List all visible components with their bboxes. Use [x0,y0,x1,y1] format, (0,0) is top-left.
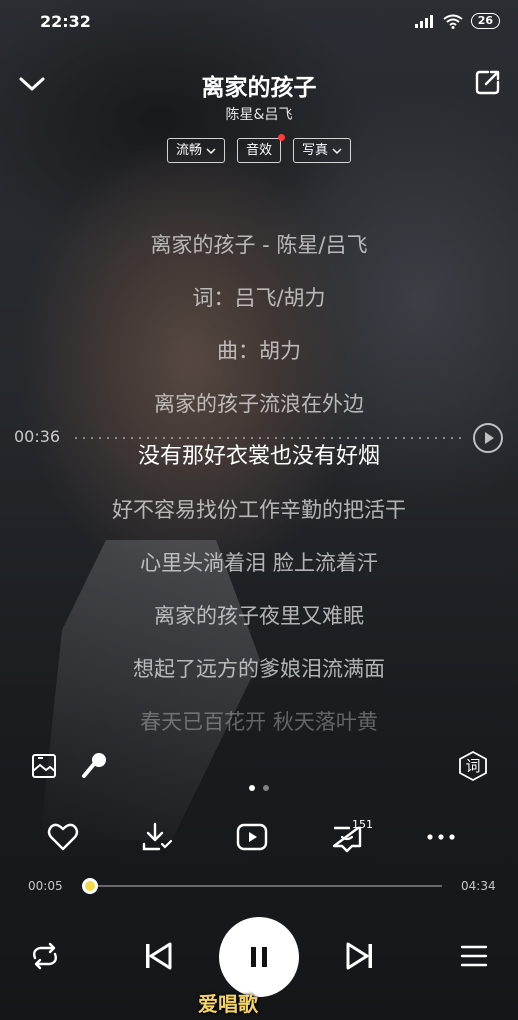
page-dot [263,785,269,791]
lyric-line: 词：吕飞/胡力 [192,286,326,310]
notification-dot [278,134,285,141]
lyric-line: 想起了远方的爹娘泪流满面 [133,657,385,681]
song-title: 离家的孩子 [201,75,317,101]
play-from-here-icon[interactable] [472,422,504,454]
microphone-icon[interactable] [80,750,110,780]
share-icon[interactable] [474,68,502,96]
signal-icon [414,15,433,28]
lyric-mode-button[interactable]: 词 [457,750,489,782]
lyric-line-current: 没有那好衣裳也没有好烟 [137,444,380,469]
chevron-down-icon [206,147,216,154]
wifi-icon [443,14,463,29]
quality-chip-label: 流畅 [175,143,202,158]
status-icons: 26 [414,13,500,29]
pause-icon [251,947,267,967]
next-icon[interactable] [342,938,378,974]
lyric-line: 离家的孩子 - 陈星/吕飞 [150,233,368,257]
previous-icon[interactable] [140,938,176,974]
song-artist[interactable]: 陈星&吕飞 [0,104,518,124]
status-time: 22:32 [40,12,91,31]
lyric-seek-time: 00:36 [14,427,61,446]
lyrics-panel[interactable]: 离家的孩子 - 陈星/吕飞 词：吕飞/胡力 曲：胡力 离家的孩子流浪在外边 没有… [0,226,518,756]
more-icon[interactable] [424,820,458,854]
repeat-icon[interactable] [27,938,63,974]
lyric-line: 好不容易找份工作辛勤的把活干 [112,498,406,522]
battery-indicator: 26 [470,13,500,29]
page-indicator [0,785,518,791]
watermark: 爱唱歌 [198,992,258,1016]
pause-button[interactable] [219,917,299,997]
lyric-line: 离家的孩子流浪在外边 [154,392,364,416]
current-time: 00:05 [28,879,63,893]
comment-count: 151 [352,818,373,831]
photo-chip[interactable]: 写真 [293,138,352,163]
playlist-icon[interactable] [456,938,492,974]
progress-track[interactable] [84,885,442,887]
chevron-down-icon [332,147,342,154]
lyric-line: 春天已百花开 秋天落叶黄 [140,710,378,734]
heart-icon[interactable] [46,820,80,854]
photo-chip-label: 写真 [302,143,329,158]
lyric-line: 曲：胡力 [217,339,301,363]
sound-effect-chip[interactable]: 音效 [236,134,285,163]
lyric-mode-label: 词 [465,757,481,775]
lyric-line: 心里头淌着泪 脸上流着汗 [140,551,378,575]
lyric-line: 离家的孩子夜里又难眠 [154,604,364,628]
playback-option-chips: 流畅 音效 写真 [0,134,518,163]
video-icon[interactable] [235,820,269,854]
sound-effect-chip-label: 音效 [245,143,272,158]
page-dot-active [249,785,255,791]
download-icon[interactable] [141,820,175,854]
lyric-seek-line [72,437,464,439]
quality-chip[interactable]: 流畅 [166,138,225,163]
total-time: 04:34 [461,879,496,893]
image-icon[interactable] [30,752,58,780]
